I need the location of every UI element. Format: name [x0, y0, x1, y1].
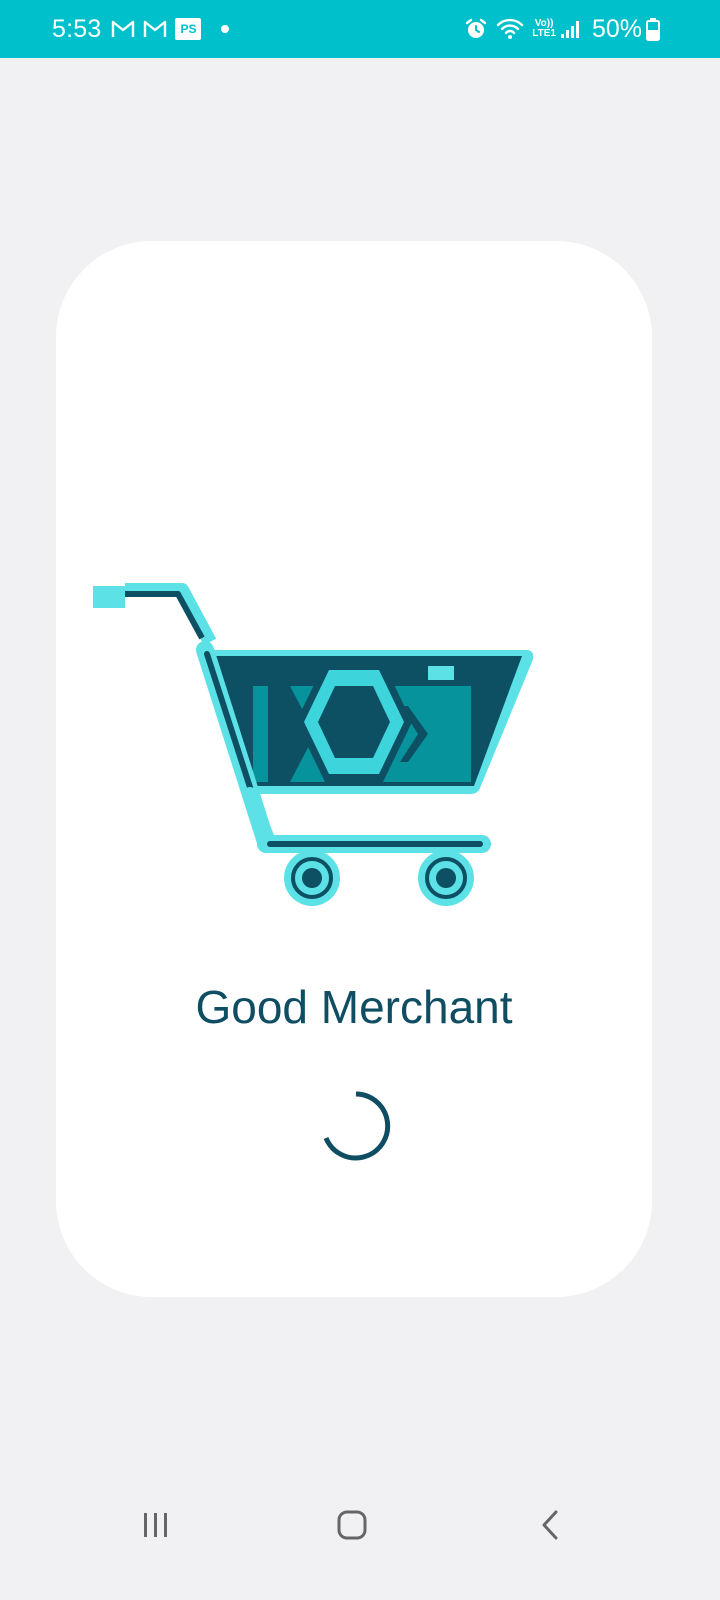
notification-dot-icon [221, 25, 230, 33]
back-button[interactable] [520, 1500, 580, 1550]
loading-spinner-icon [323, 1091, 391, 1161]
app-name: Good Merchant [195, 981, 513, 1033]
home-button[interactable] [322, 1500, 382, 1550]
back-icon [542, 1510, 558, 1540]
battery-icon [646, 17, 660, 41]
navigation-bar [0, 1480, 720, 1570]
status-bar-right: Vo)) LTE1 50% [464, 15, 668, 44]
status-bar: 5:53 PS Vo)) LTE1 50% [0, 0, 720, 58]
signal-icon [560, 19, 580, 39]
recent-apps-button[interactable] [126, 1500, 186, 1550]
volte-icon: Vo)) LTE1 [532, 19, 556, 39]
home-icon [337, 1510, 367, 1540]
recent-apps-icon [144, 1513, 167, 1537]
wifi-icon [496, 18, 524, 40]
status-bar-left: 5:53 PS [52, 14, 230, 44]
volte-bottom-label: LTE1 [532, 28, 556, 39]
gmail-icon [111, 19, 135, 39]
alarm-icon [464, 17, 488, 41]
shopping-cart-camera-logo-icon [93, 583, 534, 906]
ps-icon: PS [175, 18, 202, 40]
status-time: 5:53 [52, 14, 102, 43]
battery-percent: 50% [591, 14, 642, 43]
gmail-icon [143, 19, 167, 39]
